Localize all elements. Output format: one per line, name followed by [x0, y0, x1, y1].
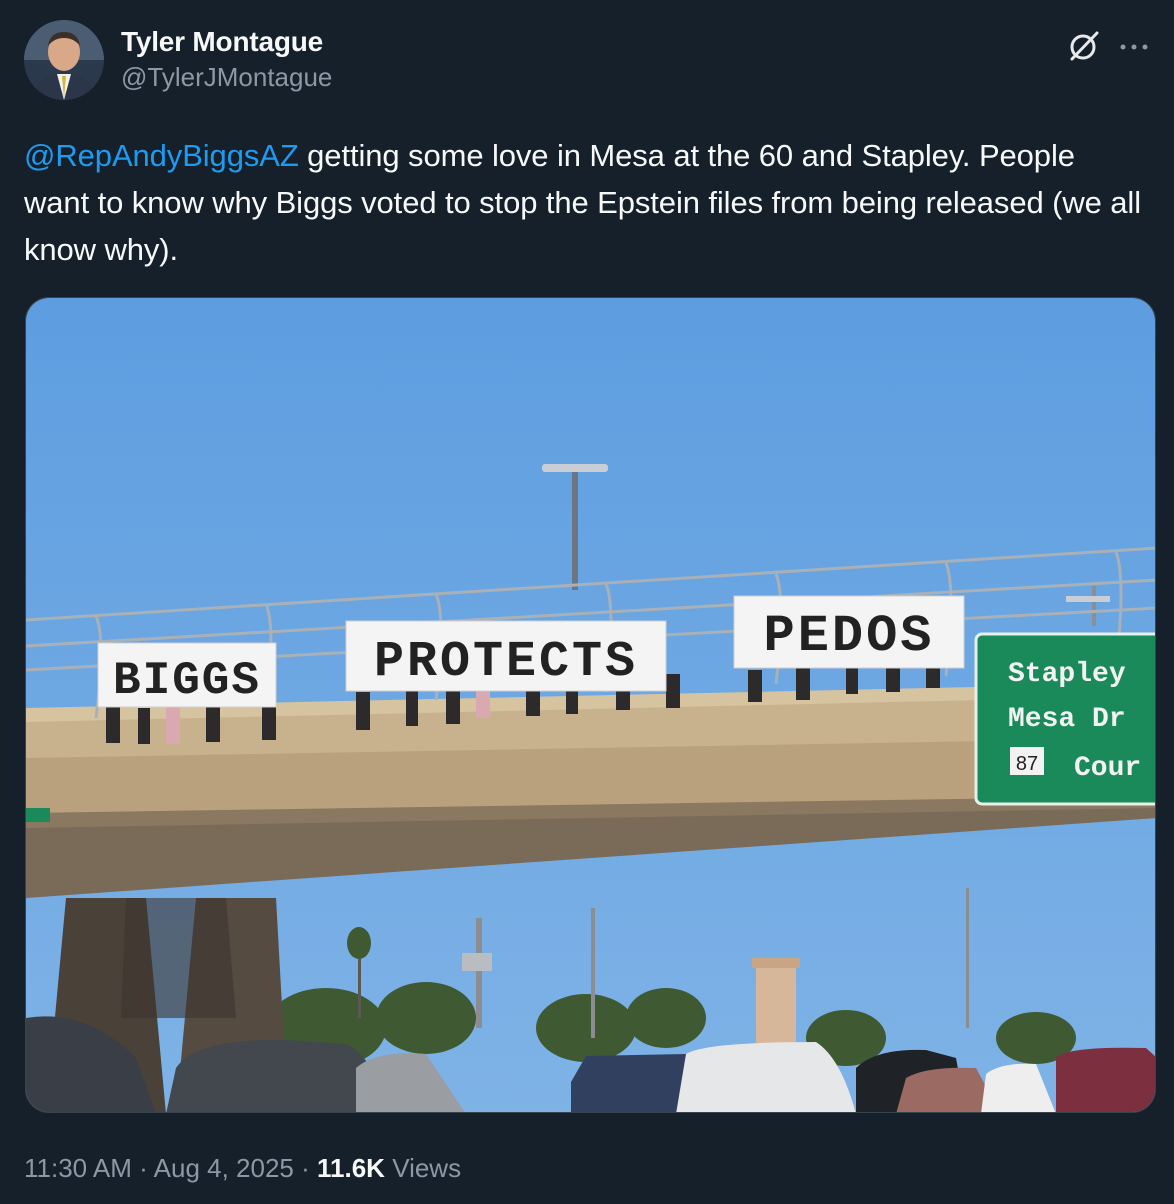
- author-handle[interactable]: @TylerJMontague: [121, 60, 332, 94]
- views-count: 11.6K: [317, 1153, 385, 1183]
- svg-text:PEDOS: PEDOS: [763, 607, 934, 666]
- tweet-meta: 11:30 AM · Aug 4, 2025 · 11.6K Views: [24, 1148, 461, 1188]
- tweet-date[interactable]: Aug 4, 2025: [154, 1153, 294, 1183]
- protest-sign-protects: PROTECTS: [345, 620, 667, 692]
- highway-sign: Stapley Mesa Dr 87 Cour: [974, 632, 1155, 806]
- author-display-name[interactable]: Tyler Montague: [121, 24, 332, 60]
- grok-icon[interactable]: [1066, 28, 1102, 64]
- svg-text:87: 87: [1016, 753, 1038, 775]
- user-avatar-icon: [24, 20, 104, 100]
- protest-sign-pedos: PEDOS: [733, 595, 965, 669]
- protest-sign-biggs: BIGGS: [97, 642, 277, 708]
- svg-text:BIGGS: BIGGS: [113, 655, 261, 707]
- svg-text:PROTECTS: PROTECTS: [374, 634, 638, 691]
- tweet-header: Tyler Montague @TylerJMontague: [24, 18, 1150, 102]
- mention-link[interactable]: @RepAndyBiggsAZ: [24, 138, 299, 173]
- tweet-photo[interactable]: BIGGS PROTECTS PEDOS Stapley Mesa Dr 87 …: [25, 297, 1156, 1113]
- overpass-protest-image: BIGGS PROTECTS PEDOS Stapley Mesa Dr 87 …: [26, 298, 1155, 1112]
- meta-separator: ·: [139, 1153, 148, 1183]
- views-label: Views: [392, 1153, 462, 1183]
- more-icon[interactable]: [1118, 28, 1150, 64]
- svg-text:Stapley: Stapley: [1008, 659, 1126, 690]
- author-avatar[interactable]: [24, 20, 104, 100]
- svg-text:Mesa Dr: Mesa Dr: [1008, 704, 1126, 735]
- meta-separator: ·: [301, 1153, 310, 1183]
- tweet-time[interactable]: 11:30 AM: [24, 1153, 132, 1183]
- author-names: Tyler Montague @TylerJMontague: [121, 24, 332, 94]
- tweet-text: @RepAndyBiggsAZ getting some love in Mes…: [24, 132, 1144, 273]
- svg-text:Cour: Cour: [1074, 753, 1141, 784]
